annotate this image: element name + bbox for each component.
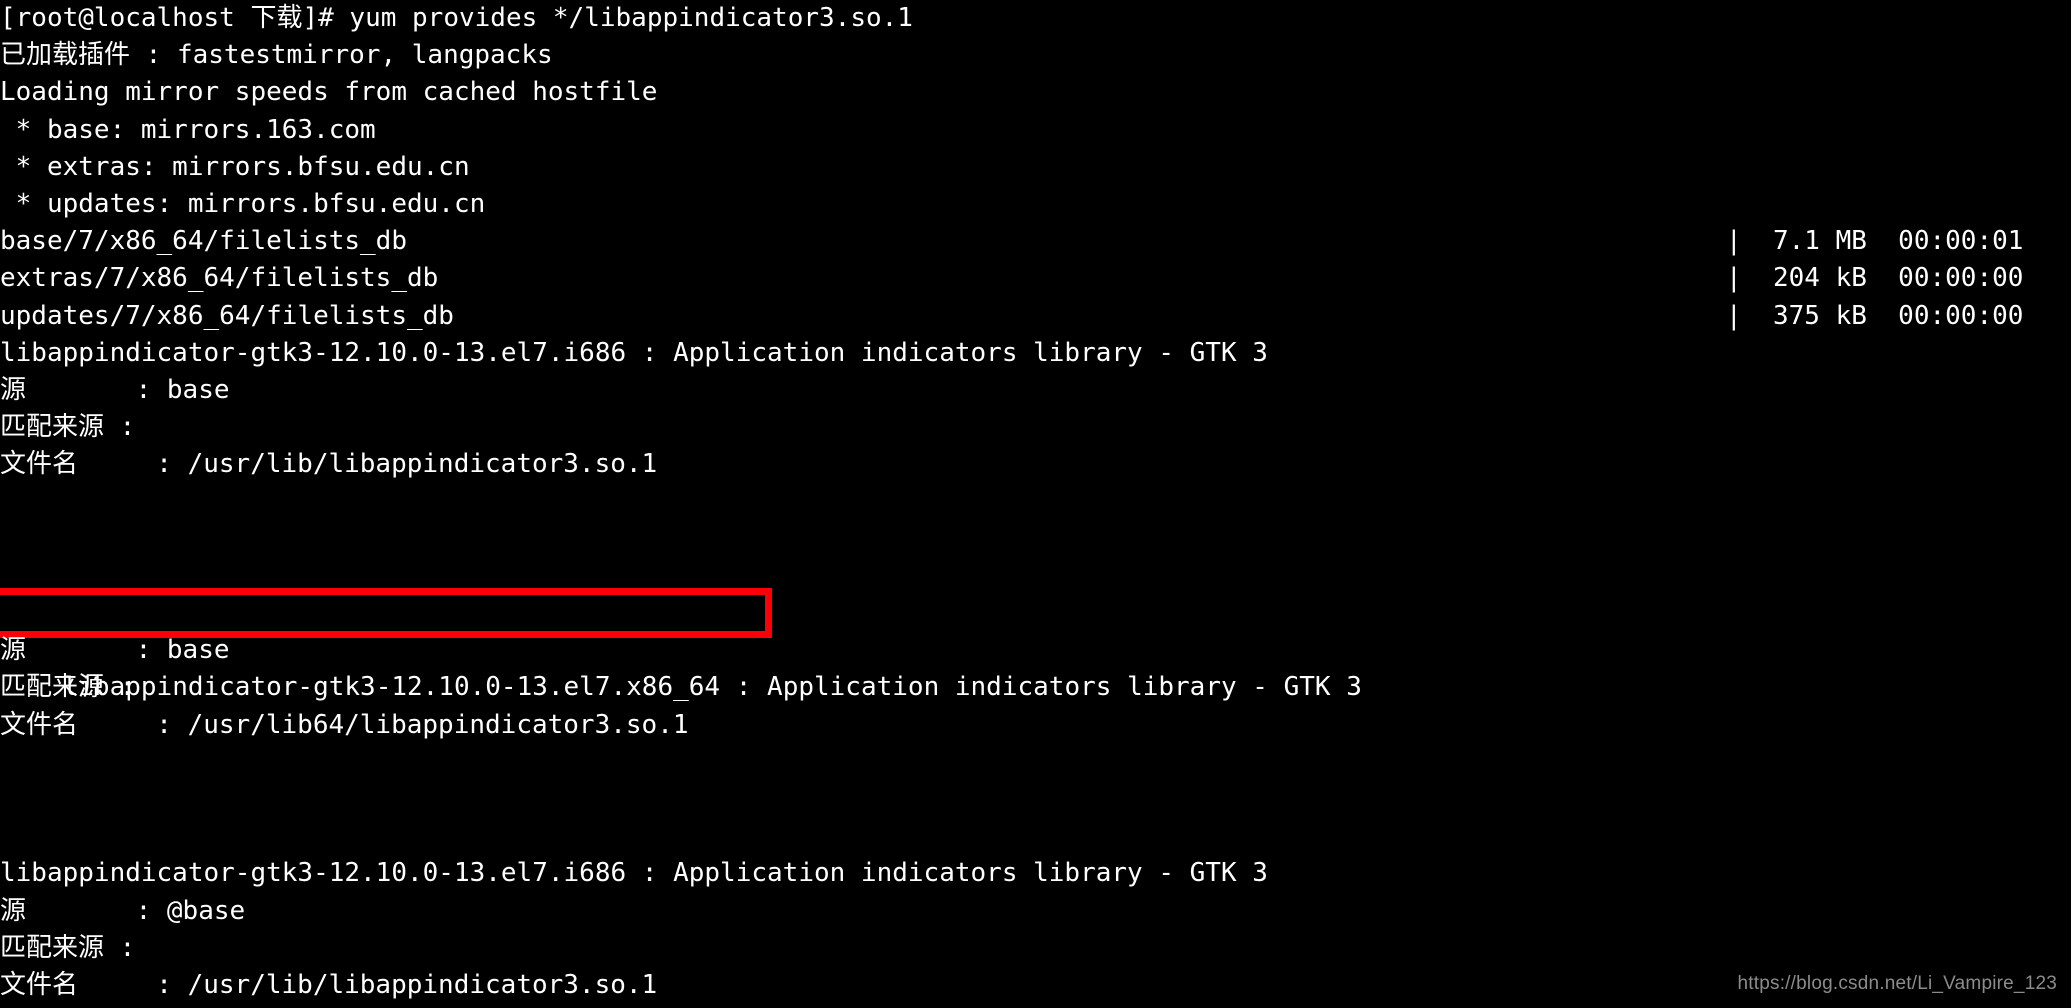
terminal-window[interactable]: [root@localhost 下载]# yum provides */liba… [0, 0, 2071, 1008]
package-header-line-highlighted: libappindicator-gtk3-12.10.0-13.el7.x86_… [0, 588, 2071, 702]
package-repo-label: 源 [0, 635, 27, 666]
loaded-plugins-text: 已加载插件 : fastestmirror, langpacks [0, 40, 553, 71]
package-filename-separator: : [78, 969, 188, 1000]
mirror-updates-text: * updates: mirrors.bfsu.edu.cn [0, 188, 486, 219]
package-filename-label: 文件名 [0, 969, 79, 1000]
package-repo-value: @base [166, 895, 246, 926]
package-filename-label: 文件名 [0, 709, 79, 740]
repo-progress-row: updates/7/x86_64/filelists_db | 375 kB 0… [0, 298, 2071, 335]
mirror-base-text: * base: mirrors.163.com [0, 114, 376, 145]
package-header-text: libappindicator-gtk3-12.10.0-13.el7.i686… [0, 337, 1268, 368]
loading-mirror-speeds-text: Loading mirror speeds from cached hostfi… [0, 77, 658, 108]
package-filename-value: /usr/lib64/libappindicator3.so.1 [187, 709, 689, 740]
package-matched-from-label: 匹配来源 : [0, 412, 136, 443]
package-repo-value: base [166, 374, 230, 405]
package-matched-from-label: 匹配来源 : [0, 932, 136, 963]
package-filename-value: /usr/lib/libappindicator3.so.1 [187, 449, 658, 480]
package-header-highlight-text: libappindicator-gtk3-12.10.0-13.el7.x86_… [62, 672, 721, 703]
package-filename-line: 文件名 : /usr/lib/libappindicator3.so.1 [0, 446, 2071, 483]
repo-progress-name: extras/7/x86_64/filelists_db [0, 263, 439, 294]
repo-progress-name: updates/7/x86_64/filelists_db [0, 300, 454, 331]
mirror-extras-line: * extras: mirrors.bfsu.edu.cn [0, 149, 2071, 186]
package-repo-label: 源 [0, 374, 27, 405]
package-repo-separator: : [26, 635, 167, 666]
prompt-command-text: [root@localhost 下载]# yum provides */liba… [0, 3, 913, 33]
blog-watermark: https://blog.csdn.net/Li_Vampire_123 [1737, 972, 2057, 994]
repo-progress-name: base/7/x86_64/filelists_db [0, 226, 407, 257]
package-repo-line: 源 : @base [0, 893, 2071, 930]
mirror-base-line: * base: mirrors.163.com [0, 112, 2071, 149]
repo-progress-meta: | 375 kB 00:00:00 [1726, 300, 2024, 331]
package-filename-label: 文件名 [0, 449, 79, 480]
package-filename-separator: : [78, 709, 188, 740]
package-repo-separator: : [26, 374, 167, 405]
package-repo-line: 源 : base [0, 632, 2071, 669]
repo-progress-row: extras/7/x86_64/filelists_db | 204 kB 00… [0, 260, 2071, 297]
package-header-text: libappindicator-gtk3-12.10.0-13.el7.i686… [0, 858, 1268, 889]
package-header-line: libappindicator-gtk3-12.10.0-13.el7.i686… [0, 855, 2071, 892]
repo-progress-meta: | 204 kB 00:00:00 [1726, 263, 2024, 294]
package-filename-value: /usr/lib/libappindicator3.so.1 [187, 969, 658, 1000]
package-matched-from-line: 匹配来源 : [0, 409, 2071, 446]
repo-progress-meta: | 7.1 MB 00:00:01 [1726, 226, 2024, 257]
prompt-command-line: [root@localhost 下载]# yum provides */liba… [0, 0, 2071, 37]
package-header-line: libappindicator-gtk3-12.10.0-13.el7.i686… [0, 335, 2071, 372]
repo-progress-row: base/7/x86_64/filelists_db | 7.1 MB 00:0… [0, 223, 2071, 260]
red-highlight-box [0, 588, 772, 638]
loaded-plugins-line: 已加载插件 : fastestmirror, langpacks [0, 37, 2071, 74]
package-repo-line: 源 : base [0, 372, 2071, 409]
package-repo-label: 源 [0, 895, 27, 926]
package-filename-separator: : [78, 449, 188, 480]
package-filename-line: 文件名 : /usr/lib64/libappindicator3.so.1 [0, 707, 2071, 744]
package-repo-separator: : [26, 895, 167, 926]
package-repo-value: base [166, 635, 230, 666]
package-matched-from-line: 匹配来源 : [0, 930, 2071, 967]
loading-mirror-speeds-line: Loading mirror speeds from cached hostfi… [0, 74, 2071, 111]
mirror-updates-line: * updates: mirrors.bfsu.edu.cn [0, 186, 2071, 223]
mirror-extras-text: * extras: mirrors.bfsu.edu.cn [0, 151, 470, 182]
package-header-rest-text: : Application indicators library - GTK 3 [720, 672, 1362, 703]
